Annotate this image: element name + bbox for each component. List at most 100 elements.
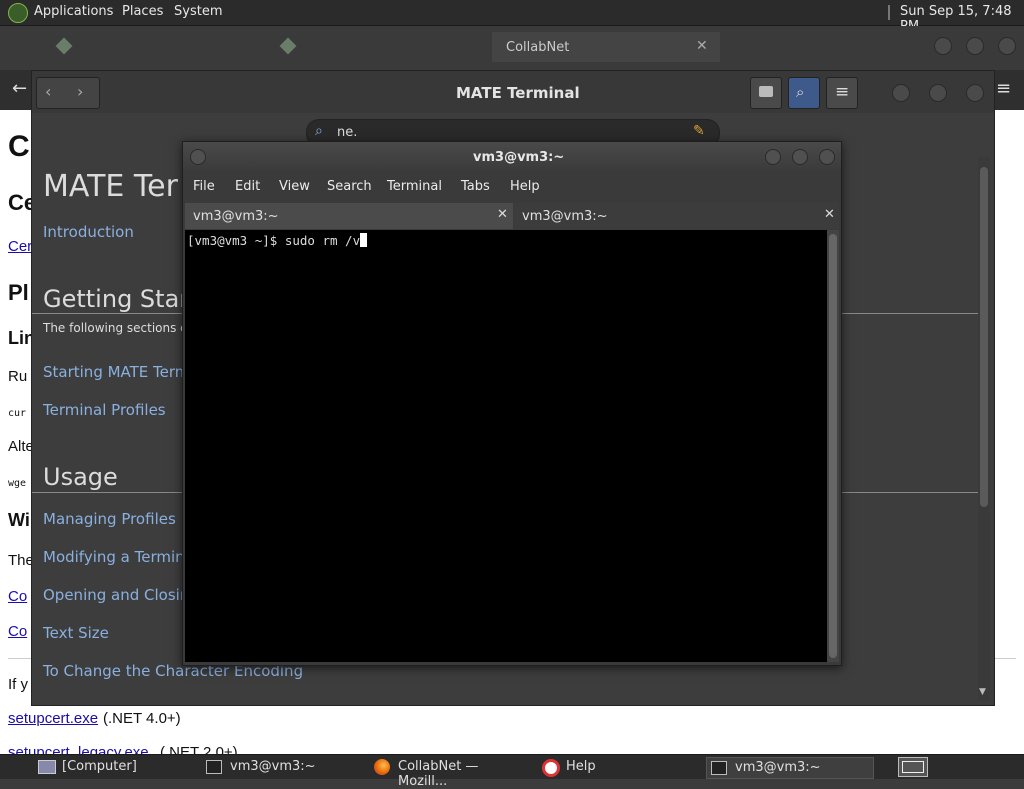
close-tab-icon[interactable]: ✕ — [696, 38, 708, 54]
tab-favicon-icon — [55, 37, 73, 55]
tab-label: vm3@vm3:~ — [193, 209, 279, 224]
firefox-tab-1[interactable] — [52, 34, 262, 60]
search-button[interactable]: ⌕ — [788, 77, 820, 109]
scrollbar-thumb[interactable] — [829, 234, 837, 658]
scroll-down-icon[interactable]: ▼ — [979, 687, 986, 697]
computer-icon — [38, 760, 56, 774]
terminal-titlebar[interactable]: vm3@vm3:~ — [183, 142, 841, 172]
search-icon: ⌕ — [796, 83, 805, 101]
menu-tabs[interactable]: Tabs — [461, 179, 490, 194]
mate-logo-icon[interactable] — [8, 3, 28, 23]
firefox-tab-2[interactable] — [276, 34, 486, 60]
close-window-icon[interactable] — [998, 37, 1016, 55]
maximize-icon[interactable] — [792, 149, 808, 165]
terminal-tab-1[interactable]: vm3@vm3:~ ✕ — [185, 203, 513, 229]
page-text: (.NET 4.0+) — [103, 710, 181, 727]
menu-applications[interactable]: Applications — [34, 4, 113, 19]
menu-terminal[interactable]: Terminal — [387, 179, 442, 194]
cursor — [360, 233, 368, 247]
forward-arrow-icon[interactable]: › — [77, 82, 83, 101]
close-window-icon[interactable] — [819, 149, 835, 165]
link-modifying[interactable]: Modifying a Termina — [43, 548, 194, 566]
menu-edit[interactable]: Edit — [235, 179, 260, 194]
close-window-icon[interactable] — [966, 84, 984, 102]
taskbar-item-firefox[interactable]: CollabNet — Mozill... — [372, 757, 530, 789]
page-link[interactable]: Cer — [8, 238, 32, 255]
page-link[interactable]: Co — [8, 588, 27, 605]
hamburger-icon: ≡ — [835, 82, 850, 102]
taskbar-label: CollabNet — Mozill... — [398, 759, 479, 789]
scrollbar-thumb[interactable] — [980, 167, 988, 507]
intro-text: The following sections de — [43, 321, 196, 335]
page-link[interactable]: Co — [8, 623, 27, 640]
back-arrow-icon[interactable]: ← — [12, 78, 27, 99]
menu-button[interactable]: ≡ — [826, 77, 858, 109]
help-header: ‹ › MATE Terminal ⌕ ≡ — [32, 71, 994, 113]
search-text[interactable]: ne. — [337, 125, 357, 140]
workspace-active[interactable] — [902, 761, 924, 773]
window-menu-icon[interactable] — [190, 149, 206, 165]
back-arrow-icon[interactable]: ‹ — [45, 82, 51, 101]
terminal-window: vm3@vm3:~ File Edit View Search Terminal… — [182, 141, 842, 666]
link-introduction[interactable]: Introduction — [43, 223, 134, 241]
terminal-icon — [711, 761, 727, 775]
clear-icon[interactable]: ✎ — [693, 123, 705, 139]
section-usage: Usage — [43, 463, 118, 491]
help-heading: MATE Ter — [43, 169, 178, 204]
firefox-tabbar: CollabNet ✕ — [0, 26, 1024, 70]
prompt-text: [vm3@vm3 ~]$ sudo rm /v — [187, 233, 361, 248]
link-opening[interactable]: Opening and Closing — [43, 586, 199, 604]
setupcert-link[interactable]: setupcert.exe — [8, 710, 98, 727]
close-tab-icon[interactable]: ✕ — [497, 207, 508, 222]
firefox-tab-collabnet[interactable]: CollabNet ✕ — [492, 32, 720, 62]
folder-icon — [759, 86, 773, 97]
page-text: Ru — [8, 368, 28, 385]
menu-icon[interactable]: ≡ — [996, 78, 1011, 99]
firefox-icon — [374, 759, 390, 775]
minimize-icon[interactable] — [765, 149, 781, 165]
taskbar-item-terminal-1[interactable]: vm3@vm3:~ — [204, 757, 362, 777]
menu-search[interactable]: Search — [327, 179, 372, 194]
taskbar-label: Help — [566, 759, 596, 774]
workspace-switcher[interactable] — [898, 757, 928, 777]
menu-view[interactable]: View — [279, 179, 310, 194]
bookmarks-button[interactable] — [750, 77, 782, 109]
terminal-icon — [206, 760, 222, 774]
minimize-icon[interactable] — [892, 84, 910, 102]
menu-file[interactable]: File — [193, 179, 215, 194]
page-heading: C — [8, 130, 30, 163]
maximize-icon[interactable] — [966, 37, 984, 55]
help-scrollbar[interactable]: ▼ — [978, 157, 990, 701]
page-text: Alte — [8, 438, 34, 455]
terminal-prompt: [vm3@vm3 ~]$ sudo rm /v — [187, 233, 368, 248]
taskbar-label: vm3@vm3:~ — [230, 759, 316, 774]
tab-favicon-icon — [279, 37, 297, 55]
top-panel: Applications Places System Sun Sep 15, 7… — [0, 0, 1024, 34]
nav-buttons: ‹ › — [36, 77, 100, 109]
menu-help[interactable]: Help — [510, 179, 540, 194]
taskbar-label: vm3@vm3:~ — [735, 760, 821, 775]
page-subheading: Wi — [8, 510, 30, 530]
terminal-scrollbar[interactable] — [827, 230, 839, 662]
menu-places[interactable]: Places — [122, 4, 163, 19]
link-profiles[interactable]: Terminal Profiles — [43, 401, 166, 419]
terminal-tab-2[interactable]: vm3@vm3:~ ✕ — [514, 203, 839, 229]
taskbar-item-terminal-2[interactable]: vm3@vm3:~ — [706, 757, 874, 779]
menu-system[interactable]: System — [174, 4, 222, 19]
tab-title: CollabNet — [506, 40, 570, 55]
taskbar-item-computer[interactable]: [Computer] — [36, 757, 194, 777]
link-starting[interactable]: Starting MATE Term — [43, 363, 189, 381]
minimize-icon[interactable] — [934, 37, 952, 55]
page-code: cur — [8, 408, 27, 419]
link-textsize[interactable]: Text Size — [43, 624, 109, 642]
link-managing[interactable]: Managing Profiles — [43, 510, 176, 528]
maximize-icon[interactable] — [929, 84, 947, 102]
search-icon: ⌕ — [315, 123, 323, 139]
close-tab-icon[interactable]: ✕ — [824, 207, 835, 222]
section-getting-started: Getting Star — [43, 285, 190, 313]
page-text: The — [8, 552, 34, 569]
terminal-output[interactable]: [vm3@vm3 ~]$ sudo rm /v — [185, 230, 827, 662]
taskbar-item-help[interactable]: Help — [540, 757, 698, 777]
page-code: wge — [8, 478, 27, 489]
tab-label: vm3@vm3:~ — [522, 209, 608, 224]
